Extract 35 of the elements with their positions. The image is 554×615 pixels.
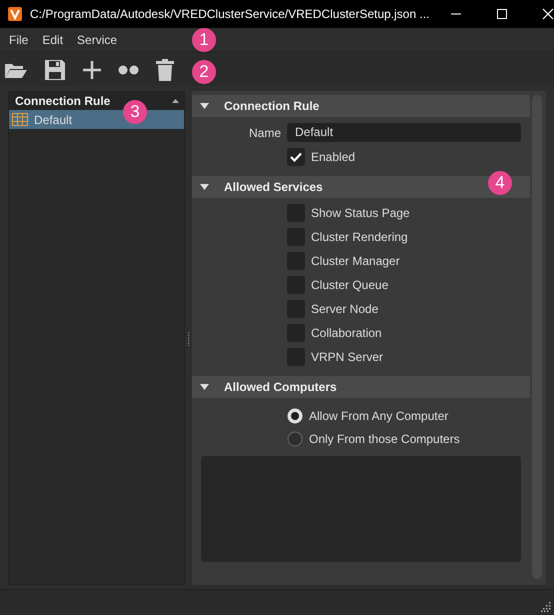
checkbox-label: Collaboration <box>311 326 382 340</box>
checkbox[interactable] <box>287 148 305 166</box>
panel-header: Connection Rule <box>15 94 110 108</box>
window-title: C:/ProgramData/Autodesk/VREDClusterService/VREDClusterSetup.json ... <box>30 7 430 21</box>
add-icon[interactable] <box>82 60 102 80</box>
save-icon[interactable] <box>44 58 66 80</box>
menu-item[interactable]: File <box>9 33 28 47</box>
checkbox-label: Enabled <box>311 150 356 164</box>
trash-icon[interactable] <box>156 58 174 80</box>
checkbox-label: Cluster Manager <box>311 254 400 268</box>
expander-triangle-icon[interactable] <box>200 184 209 190</box>
checkbox-label: Server Node <box>311 302 378 316</box>
menu-item[interactable]: Edit <box>42 33 64 47</box>
name-field[interactable]: Default <box>287 123 521 142</box>
checkbox-label: Show Status Page <box>311 206 410 220</box>
checkbox-label: VRPN Server <box>311 350 384 364</box>
section-header[interactable]: Connection Rule <box>192 95 530 117</box>
radio-button[interactable] <box>287 430 303 446</box>
checkbox-label: Cluster Queue <box>311 278 388 292</box>
menu-item[interactable]: Service <box>77 33 118 47</box>
checkbox-label: Cluster Rendering <box>311 230 408 244</box>
resize-grip-icon[interactable] <box>541 602 551 612</box>
expander-triangle-icon[interactable] <box>200 103 209 109</box>
maximize-icon[interactable] <box>496 8 508 20</box>
app-logo-icon <box>8 7 22 21</box>
table-icon <box>12 113 28 126</box>
sort-icon[interactable] <box>172 99 179 103</box>
radio-label: Only From those Computers <box>309 432 460 446</box>
expander-triangle-icon[interactable] <box>200 384 209 390</box>
radio-label: Allow From Any Computer <box>309 408 448 422</box>
close-icon[interactable] <box>542 8 554 20</box>
section-header[interactable]: Allowed Computers <box>192 376 530 398</box>
two-dots-icon[interactable] <box>118 64 140 74</box>
splitter-handle[interactable] <box>187 330 190 346</box>
field-label: Name <box>248 126 281 140</box>
